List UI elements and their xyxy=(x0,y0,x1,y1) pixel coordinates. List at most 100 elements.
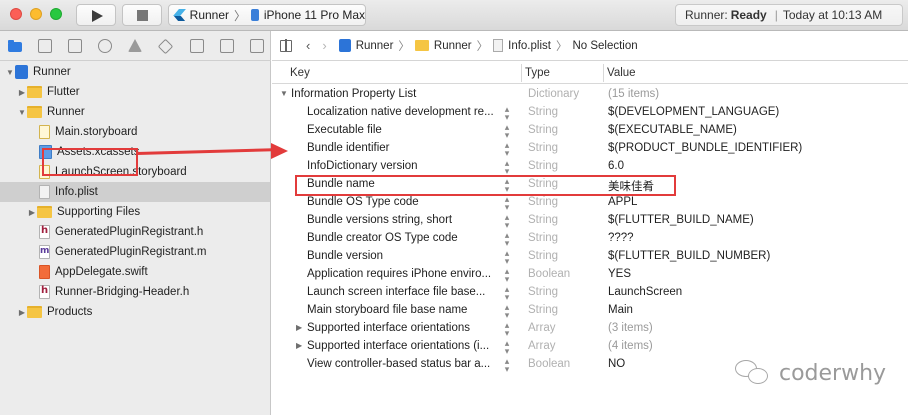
stepper-icon[interactable]: ▴ ▾ xyxy=(503,267,511,284)
scheme-selector[interactable]: Runner 〉 iPhone 11 Pro Max xyxy=(168,4,366,26)
tree-item-bridging-header[interactable]: Runner-Bridging-Header.h xyxy=(0,282,270,302)
plist-row[interactable]: Main storyboard file base name ▴ ▾ String… xyxy=(272,302,908,320)
plist-row[interactable]: Bundle identifier ▴ ▾ String $(PRODUCT_BU… xyxy=(272,140,908,158)
watermark: coderwhy xyxy=(735,360,886,386)
plist-row[interactable]: InfoDictionary version ▴ ▾ String 6.0 xyxy=(272,158,908,176)
plist-value[interactable]: APPL xyxy=(608,196,637,208)
disclosure-closed-icon[interactable]: ▶ xyxy=(17,308,27,317)
tree-item-project[interactable]: ▼ Runner xyxy=(0,62,270,82)
plist-row-root[interactable]: ▼ Information Property List Dictionary (… xyxy=(272,86,908,104)
folder-icon xyxy=(27,86,42,98)
tree-item-runner-folder[interactable]: ▼ Runner xyxy=(0,102,270,122)
forward-arrow-icon[interactable]: › xyxy=(322,38,326,53)
plist-row[interactable]: Bundle creator OS Type code ▴ ▾ String ??… xyxy=(272,230,908,248)
plist-key: Supported interface orientations xyxy=(307,322,471,334)
minimize-window-button[interactable] xyxy=(30,8,42,20)
plist-row[interactable]: Application requires iPhone enviro... ▴ ▾… xyxy=(272,266,908,284)
disclosure-open-icon[interactable]: ▼ xyxy=(5,68,15,77)
column-divider[interactable] xyxy=(603,64,604,82)
plist-value[interactable]: YES xyxy=(608,268,631,280)
project-navigator-tab-folder-icon[interactable] xyxy=(8,39,22,53)
column-header-value[interactable]: Value xyxy=(607,67,636,79)
plist-value[interactable]: $(PRODUCT_BUNDLE_IDENTIFIER) xyxy=(608,142,802,154)
debug-tab-icon[interactable] xyxy=(190,39,204,53)
tree-item-info-plist[interactable]: Info.plist xyxy=(0,182,270,202)
stepper-icon[interactable]: ▴ ▾ xyxy=(503,285,511,302)
plist-type: Dictionary xyxy=(528,88,580,100)
close-window-button[interactable] xyxy=(10,8,22,20)
tree-item-main-storyboard[interactable]: Main.storyboard xyxy=(0,122,270,142)
report-tab-icon[interactable] xyxy=(250,39,264,53)
plist-value[interactable]: $(DEVELOPMENT_LANGUAGE) xyxy=(608,106,779,118)
play-icon xyxy=(92,10,103,22)
stepper-icon[interactable]: ▴ ▾ xyxy=(503,303,511,320)
plist-row[interactable]: Bundle version ▴ ▾ String $(FLUTTER_BUILD… xyxy=(272,248,908,266)
folder-icon xyxy=(27,106,42,118)
status-prefix: Runner: xyxy=(685,8,728,22)
zoom-window-button[interactable] xyxy=(50,8,62,20)
breakpoint-tab-icon[interactable] xyxy=(220,39,234,53)
column-header-type[interactable]: Type xyxy=(525,67,550,79)
plist-row[interactable]: ▶ Supported interface orientations (i...… xyxy=(272,338,908,356)
source-control-tab-icon[interactable] xyxy=(38,39,52,53)
stepper-icon[interactable]: ▴ ▾ xyxy=(503,195,511,212)
stepper-icon[interactable]: ▴ ▾ xyxy=(503,159,511,176)
run-button[interactable] xyxy=(76,4,116,26)
breadcrumb-file[interactable]: Info.plist xyxy=(508,40,551,52)
plist-type: String xyxy=(528,196,559,208)
breadcrumb-selection[interactable]: No Selection xyxy=(572,40,637,52)
tree-item-plugin-registrant-h[interactable]: GeneratedPluginRegistrant.h xyxy=(0,222,270,242)
column-header-key[interactable]: Key xyxy=(290,67,310,79)
plist-key: Bundle version xyxy=(307,250,384,262)
breadcrumb-project[interactable]: Runner xyxy=(356,40,394,52)
stepper-icon[interactable]: ▴ ▾ xyxy=(503,213,511,230)
plist-value[interactable]: NO xyxy=(608,358,625,370)
plist-value[interactable]: $(FLUTTER_BUILD_NUMBER) xyxy=(608,250,770,262)
stepper-icon[interactable]: ▴ ▾ xyxy=(503,231,511,248)
plist-row[interactable]: ▶ Supported interface orientations ▴ ▾ Ar… xyxy=(272,320,908,338)
plist-row[interactable]: Executable file ▴ ▾ String $(EXECUTABLE_N… xyxy=(272,122,908,140)
plist-value[interactable]: $(FLUTTER_BUILD_NAME) xyxy=(608,214,754,226)
tree-item-appdelegate[interactable]: AppDelegate.swift xyxy=(0,262,270,282)
tree-item-label: Flutter xyxy=(47,86,80,98)
stepper-icon[interactable]: ▴ ▾ xyxy=(503,105,511,122)
disclosure-closed-icon[interactable]: ▶ xyxy=(296,323,302,332)
plist-value[interactable]: LaunchScreen xyxy=(608,286,682,298)
tree-item-flutter[interactable]: ▶ Flutter xyxy=(0,82,270,102)
plist-type: String xyxy=(528,250,559,262)
stepper-icon[interactable]: ▴ ▾ xyxy=(503,357,511,374)
tree-item-label: Supporting Files xyxy=(57,206,141,218)
plist-row[interactable]: Bundle OS Type code ▴ ▾ String APPL xyxy=(272,194,908,212)
disclosure-open-icon[interactable]: ▼ xyxy=(17,108,27,117)
disclosure-open-icon[interactable]: ▼ xyxy=(280,89,288,98)
stepper-icon[interactable]: ▴ ▾ xyxy=(503,141,511,158)
issue-tab-warning-icon[interactable] xyxy=(128,39,142,52)
plist-row[interactable]: Localization native development re... ▴ ▾… xyxy=(272,104,908,122)
breadcrumb-folder[interactable]: Runner xyxy=(434,40,472,52)
symbol-tab-icon[interactable] xyxy=(68,39,82,53)
tree-item-products[interactable]: ▶ Products xyxy=(0,302,270,322)
find-tab-search-icon[interactable] xyxy=(98,39,112,53)
plist-value[interactable]: Main xyxy=(608,304,633,316)
plist-value[interactable]: 6.0 xyxy=(608,160,624,172)
plist-value[interactable]: $(EXECUTABLE_NAME) xyxy=(608,124,737,136)
stepper-icon[interactable]: ▴ ▾ xyxy=(503,339,511,356)
column-divider[interactable] xyxy=(521,64,522,82)
stepper-icon[interactable]: ▴ ▾ xyxy=(503,123,511,140)
plist-value[interactable]: ???? xyxy=(608,232,634,244)
plist-type: String xyxy=(528,124,559,136)
stepper-icon[interactable]: ▴ ▾ xyxy=(503,321,511,338)
disclosure-closed-icon[interactable]: ▶ xyxy=(17,88,27,97)
plist-row[interactable]: Launch screen interface file base... ▴ ▾ … xyxy=(272,284,908,302)
tree-item-supporting-files[interactable]: ▶ Supporting Files xyxy=(0,202,270,222)
tree-item-plugin-registrant-m[interactable]: GeneratedPluginRegistrant.m xyxy=(0,242,270,262)
disclosure-closed-icon[interactable]: ▶ xyxy=(296,341,302,350)
plist-row[interactable]: Bundle versions string, short ▴ ▾ String … xyxy=(272,212,908,230)
back-arrow-icon[interactable]: ‹ xyxy=(306,38,310,53)
disclosure-closed-icon[interactable]: ▶ xyxy=(27,208,37,217)
header-file-icon xyxy=(39,225,50,239)
test-tab-diamond-icon[interactable] xyxy=(157,38,174,55)
stop-button[interactable] xyxy=(122,4,162,26)
stepper-icon[interactable]: ▴ ▾ xyxy=(503,249,511,266)
related-items-grid-icon[interactable] xyxy=(280,38,292,52)
